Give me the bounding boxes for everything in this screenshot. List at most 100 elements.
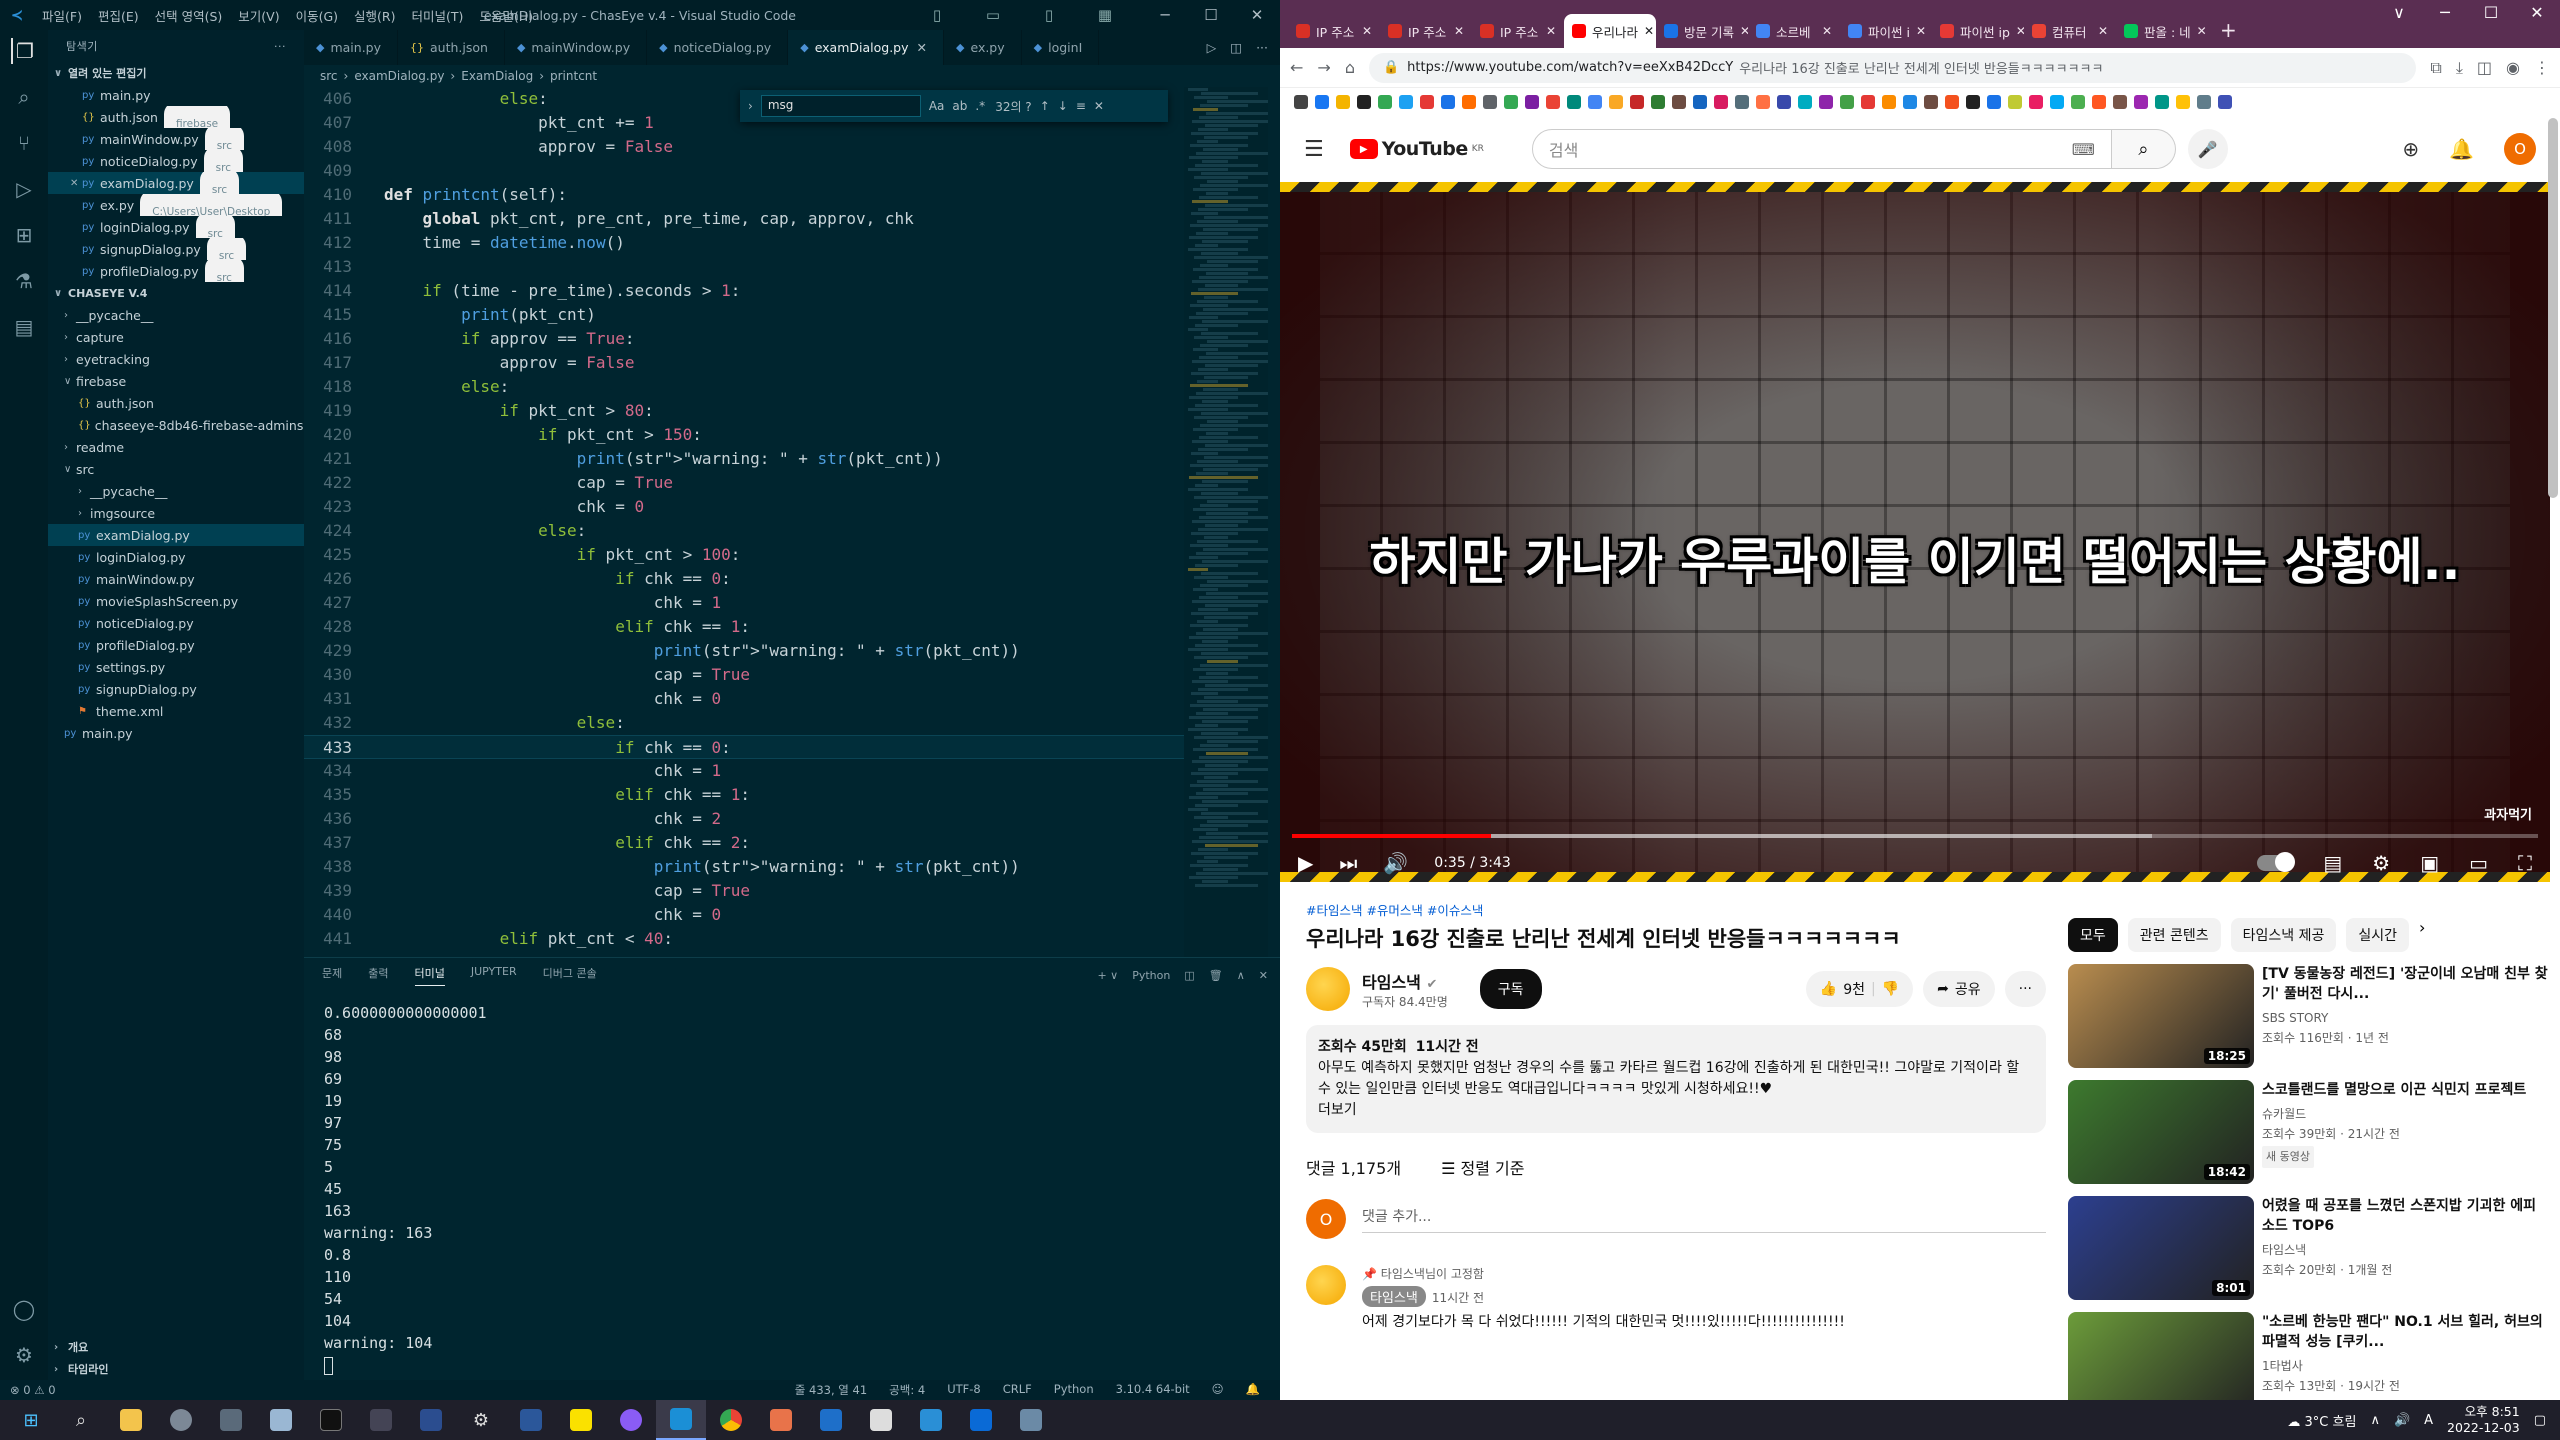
breadcrumb-item[interactable]: ExamDialog xyxy=(461,69,533,83)
video-player[interactable]: 하지만 가나가 우루과이를 이기면 떨어지는 상황에.. 과자먹기 ▶ ⏭ 🔊 … xyxy=(1280,182,2550,882)
profile-icon[interactable]: ◉ xyxy=(2506,58,2520,77)
comment-avatar[interactable] xyxy=(1306,1265,1346,1305)
voice-search-button[interactable]: 🎤 xyxy=(2187,129,2228,169)
toggle-secondary-sidebar-icon[interactable]: ▯ xyxy=(1026,6,1072,24)
add-comment-input[interactable]: 댓글 추가... xyxy=(1362,1206,2046,1233)
browser-tab[interactable]: IP 주소 ✕ xyxy=(1472,14,1564,48)
open-editor-item[interactable]: py loginDialog.py src xyxy=(48,216,304,238)
account-icon[interactable]: ◯ xyxy=(11,1296,37,1322)
clock[interactable]: 오후 8:51 2022-12-03 xyxy=(2447,1404,2520,1436)
back-arrow-icon[interactable]: ← xyxy=(1290,58,1303,77)
video-thumbnail[interactable] xyxy=(2068,1312,2254,1400)
folder-item[interactable]: › __pycache__ xyxy=(48,480,304,502)
hashtags[interactable]: #타임스낵 #유머스낵 #이슈스낵 xyxy=(1306,900,2046,919)
browser-tab[interactable]: 파이썬 i ✕ xyxy=(1840,14,1932,48)
folder-item[interactable]: › readme xyxy=(48,436,304,458)
whole-word-icon[interactable]: ab xyxy=(952,99,967,113)
next-video-icon[interactable]: ⏭ xyxy=(1339,851,1357,875)
editor-tab[interactable]: ◆ loginI xyxy=(1022,30,1100,65)
panel-tab[interactable]: 터미널 xyxy=(414,965,445,986)
close-button[interactable]: ✕ xyxy=(1234,6,1280,24)
folder-item[interactable]: ∨ firebase xyxy=(48,370,304,392)
breadcrumb-item[interactable]: printcnt xyxy=(550,69,597,83)
comment-time[interactable]: 11시간 전 xyxy=(1432,1291,1484,1305)
bookmark-icon[interactable] xyxy=(1525,95,1539,109)
menu-item[interactable]: 편집(E) xyxy=(90,6,147,25)
problems-indicator[interactable]: ⊗ 0 ⚠ 0 xyxy=(10,1383,56,1397)
more-actions-button[interactable]: ··· xyxy=(2004,971,2046,1007)
editor-tab[interactable]: ◆ ex.py xyxy=(944,30,1022,65)
breadcrumb-item[interactable]: examDialog.py xyxy=(354,69,444,83)
app-icon[interactable] xyxy=(756,1400,806,1440)
remote-explorer-icon[interactable]: ▤ xyxy=(11,314,37,340)
testing-icon[interactable]: ⚗ xyxy=(11,268,37,294)
file-item[interactable]: py settings.py xyxy=(48,656,304,678)
terminal-shell-label[interactable]: Python xyxy=(1132,969,1170,982)
open-editor-item[interactable]: py signupDialog.py src xyxy=(48,238,304,260)
file-item[interactable]: py mainWindow.py xyxy=(48,568,304,590)
video-thumbnail[interactable]: 18:25 xyxy=(2068,964,2254,1068)
channel-name[interactable]: 1타법사 xyxy=(2262,1356,2548,1376)
code-editor[interactable]: 406 else: 407 pkt_cnt += 1 408 approv = Fa… xyxy=(304,87,1184,957)
recommended-video[interactable]: 8:01 어렸을 때 공포를 느꼈던 스폰지밥 기괴한 에피소드 TOP6 타임스낵… xyxy=(2068,1196,2548,1300)
language-mode[interactable]: Python xyxy=(1054,1382,1094,1398)
channel-name[interactable]: 슈카월드 xyxy=(2262,1104,2526,1124)
bookmark-icon[interactable] xyxy=(2050,95,2064,109)
recommended-video[interactable]: 18:42 스코틀랜드를 멸망으로 이끈 식민지 프로젝트 슈카월드 조회수 39만회… xyxy=(2068,1080,2548,1184)
channel-watermark[interactable]: 과자먹기 xyxy=(2484,804,2532,823)
bookmark-icon[interactable] xyxy=(1441,95,1455,109)
close-icon[interactable]: ✕ xyxy=(1454,24,1464,38)
maximize-button[interactable]: ☐ xyxy=(1188,6,1234,24)
filter-chip[interactable]: 관련 콘텐츠 xyxy=(2127,918,2221,952)
layout-toggle-icons[interactable]: ▯ ▭ ▯ ▦ xyxy=(914,6,1128,24)
bookmark-icon[interactable] xyxy=(1693,95,1707,109)
bookmark-icon[interactable] xyxy=(1294,95,1308,109)
sidebar-icon[interactable]: ◫ xyxy=(2477,58,2492,77)
maximize-button[interactable]: ☐ xyxy=(2468,0,2514,26)
bookmark-icon[interactable] xyxy=(1714,95,1728,109)
home-icon[interactable]: ⌂ xyxy=(1345,58,1355,77)
file-icon[interactable] xyxy=(856,1400,906,1440)
windows-start-icon[interactable]: ⊞ xyxy=(6,1400,56,1440)
bookmark-icon[interactable] xyxy=(1840,95,1854,109)
close-button[interactable]: ✕ xyxy=(2514,0,2560,26)
chrome-menu-icon[interactable]: ⋮ xyxy=(2534,58,2550,77)
split-terminal-icon[interactable]: ◫ xyxy=(1184,969,1194,982)
video-thumbnail[interactable]: 18:42 xyxy=(2068,1080,2254,1184)
channel-name[interactable]: 타임스낵 ✔ xyxy=(1362,969,1448,993)
youtube-logo[interactable]: ▶ YouTube KR xyxy=(1349,138,1484,160)
open-editor-item[interactable]: {} auth.json firebase xyxy=(48,106,304,128)
timeline-section[interactable]: › 타임라인 xyxy=(48,1358,304,1380)
editor-tab[interactable]: ◆ main.py xyxy=(304,30,399,65)
python-interpreter[interactable]: 3.10.4 64-bit xyxy=(1116,1382,1190,1398)
photos-icon[interactable] xyxy=(906,1400,956,1440)
browser-tab[interactable]: 파이썬 ip ✕ xyxy=(1932,14,2024,48)
subscribe-button[interactable]: 구독 xyxy=(1479,969,1542,1009)
azure-icon[interactable] xyxy=(956,1400,1006,1440)
search-icon[interactable]: ⌕ xyxy=(11,84,37,110)
bookmark-icon[interactable] xyxy=(1378,95,1392,109)
channel-avatar[interactable] xyxy=(1306,967,1350,1011)
app-icon[interactable] xyxy=(1006,1400,1056,1440)
browser-tab[interactable]: 판올 : 네 ✕ xyxy=(2116,14,2208,48)
editor-tab[interactable]: {} auth.json xyxy=(398,30,505,65)
panel-tab[interactable]: 출력 xyxy=(368,965,388,986)
find-input[interactable]: msg xyxy=(760,95,921,117)
new-terminal-icon[interactable]: + ∨ xyxy=(1097,969,1118,982)
editor-tab[interactable]: ◆ mainWindow.py xyxy=(505,30,648,65)
bookmark-icon[interactable] xyxy=(1546,95,1560,109)
open-editor-item[interactable]: py ex.py C:\Users\User\Desktop xyxy=(48,194,304,216)
close-icon[interactable]: ✕ xyxy=(2016,24,2024,38)
notepad-icon[interactable] xyxy=(256,1400,306,1440)
autoplay-toggle[interactable] xyxy=(2257,852,2296,872)
captions-icon[interactable]: ▤ xyxy=(2323,851,2342,875)
keyboard-icon[interactable]: ⌨ xyxy=(2072,140,2095,159)
menu-item[interactable]: 터미널(T) xyxy=(404,6,472,25)
forward-arrow-icon[interactable]: → xyxy=(1317,58,1330,77)
miniplayer-icon[interactable]: ▣ xyxy=(2420,851,2439,875)
regex-icon[interactable]: .* xyxy=(975,99,985,113)
folder-item[interactable]: › imgsource xyxy=(48,502,304,524)
volume-icon[interactable]: 🔊 xyxy=(2394,1413,2410,1428)
next-match-icon[interactable]: ↓ xyxy=(1058,99,1068,113)
close-icon[interactable]: ✕ xyxy=(1916,24,1926,38)
